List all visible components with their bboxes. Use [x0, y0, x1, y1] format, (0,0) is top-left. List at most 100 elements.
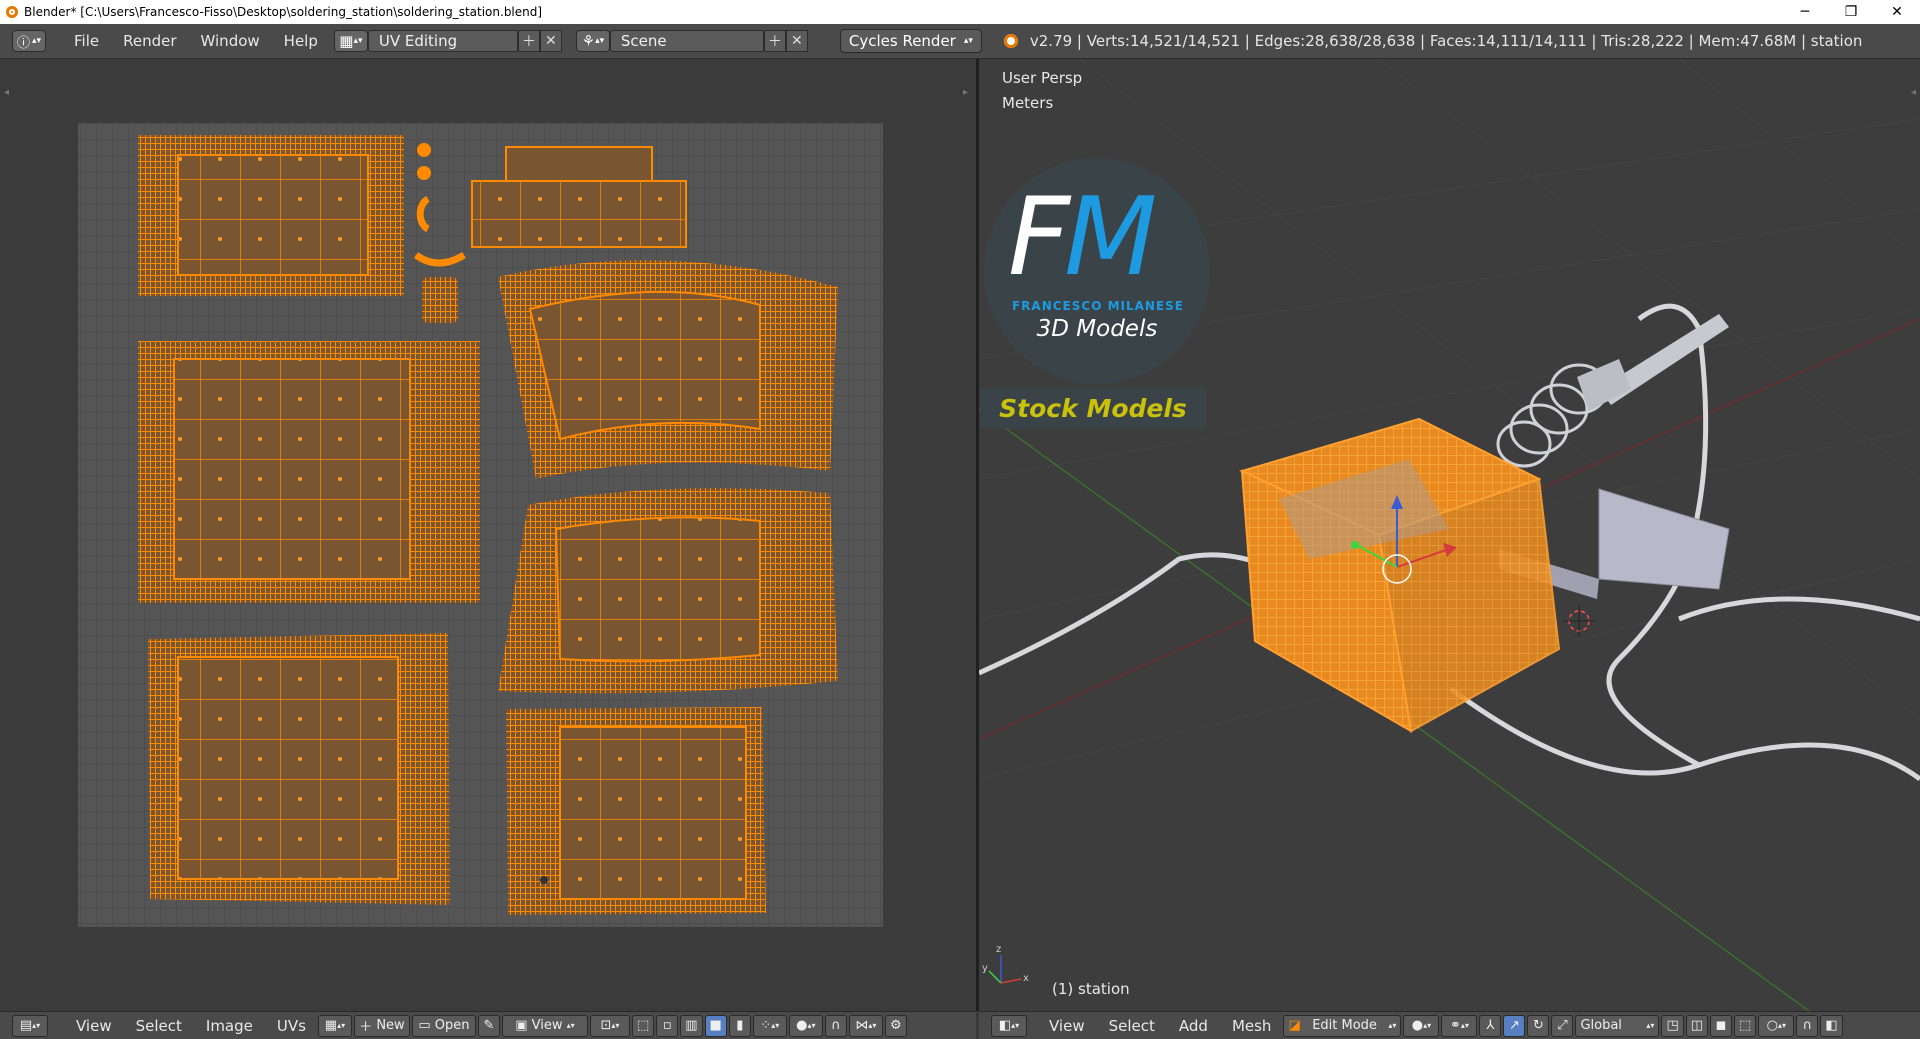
- 3d-menu-view[interactable]: View: [1037, 1017, 1097, 1035]
- open-image-button[interactable]: ▭ Open: [411, 1014, 476, 1037]
- uv-editor-type-button[interactable]: ▤ ▴▾: [12, 1014, 48, 1037]
- minimize-button[interactable]: ─: [1782, 0, 1828, 24]
- uv-menu-view[interactable]: View: [64, 1017, 124, 1035]
- edge-select-icon: ▥: [685, 1018, 698, 1033]
- window-titlebar: Blender* [C:\Users\Francesco-Fisso\Deskt…: [0, 0, 1920, 24]
- menu-file[interactable]: File: [62, 32, 111, 50]
- view-mode-dropdown[interactable]: ▣ View ▴▾: [501, 1014, 588, 1037]
- pivot-point-dropdown[interactable]: ⚭ ▴▾: [1441, 1014, 1478, 1037]
- power-cable: [979, 552, 1260, 676]
- pin-icon-button[interactable]: ✎: [477, 1014, 500, 1037]
- add-scene-button[interactable]: ＋: [763, 30, 786, 52]
- face-select-mode-button[interactable]: ◼: [1710, 1014, 1733, 1037]
- uv-menu-uvs[interactable]: UVs: [265, 1017, 318, 1035]
- svg-text:▸: ▸: [963, 87, 968, 98]
- uv-editor-canvas[interactable]: ◂ ▸: [0, 59, 976, 1011]
- snap-target-button[interactable]: ◧: [1820, 1014, 1843, 1037]
- scale-manipulator-button[interactable]: ⤢: [1551, 1014, 1574, 1037]
- snap-button[interactable]: ∩: [1796, 1014, 1819, 1037]
- uv-menu-image[interactable]: Image: [194, 1017, 265, 1035]
- new-image-button[interactable]: ＋ New: [353, 1014, 410, 1037]
- render-engine-dropdown[interactable]: Cycles Render ▴▾: [839, 29, 982, 53]
- sticky-select-button[interactable]: ⬚: [631, 1014, 655, 1037]
- proportional-editing-dropdown[interactable]: ○ ▴▾: [1758, 1014, 1795, 1037]
- cube-icon: ◧: [998, 1018, 1012, 1033]
- limit-selection-button[interactable]: ⬚: [1734, 1014, 1757, 1037]
- scene-browse-button[interactable]: ⚘ ▴▾: [575, 30, 610, 52]
- arrow-icon: ↗: [1508, 1018, 1520, 1033]
- info-editor-type-button[interactable]: ⓘ ▴▾: [12, 30, 46, 52]
- orientation-dropdown[interactable]: Global ▴▾: [1575, 1014, 1660, 1037]
- menu-window[interactable]: Window: [189, 32, 272, 50]
- 3d-menu-mesh[interactable]: Mesh: [1220, 1017, 1284, 1035]
- scene-statistics: v2.79 | Verts:14,521/14,521 | Edges:28,6…: [1029, 32, 1863, 50]
- menu-help[interactable]: Help: [272, 32, 330, 50]
- uv-image-editor[interactable]: ◂ ▸: [0, 59, 976, 1011]
- uv-island[interactable]: [148, 633, 450, 905]
- sphere-icon: ●: [1411, 1018, 1424, 1033]
- select-vertex-button[interactable]: ▫: [656, 1014, 679, 1037]
- 3d-menu-add[interactable]: Add: [1167, 1017, 1220, 1035]
- island-select-icon: ▮: [736, 1018, 744, 1033]
- render-engine-label: Cycles Render: [848, 32, 956, 50]
- 3d-menu-select[interactable]: Select: [1097, 1017, 1167, 1035]
- cursor-icon: ⬚: [636, 1018, 650, 1033]
- pin-icon: ✎: [483, 1018, 495, 1033]
- scene-field[interactable]: Scene: [609, 30, 764, 52]
- edge-mode-icon: ◫: [1690, 1018, 1704, 1033]
- uv-island-curved[interactable]: [498, 260, 838, 479]
- manipulator-icon: ⅄: [1486, 1018, 1495, 1033]
- soldering-iron: [1496, 314, 1729, 468]
- gear-icon: ⚙: [890, 1018, 902, 1033]
- window-title: Blender* [C:\Users\Francesco-Fisso\Deskt…: [24, 5, 543, 19]
- uv-island[interactable]: [138, 135, 404, 296]
- image-browse-button[interactable]: ▦ ▴▾: [317, 1014, 352, 1037]
- 3d-viewport[interactable]: z x y ◂ User Persp Meters FM FRANCESCO M…: [979, 59, 1920, 1011]
- manipulator-toggle[interactable]: ⅄: [1479, 1014, 1502, 1037]
- proportional-icon: ●: [796, 1018, 808, 1033]
- close-button[interactable]: ✕: [1874, 0, 1920, 24]
- face-mode-icon: ◼: [1715, 1018, 1727, 1033]
- svg-text:◂: ◂: [4, 87, 9, 98]
- iron-cable: [1449, 686, 1920, 782]
- image-icon: ▦: [324, 1018, 338, 1033]
- uv-menu-select[interactable]: Select: [124, 1017, 194, 1035]
- select-face-button[interactable]: ■: [704, 1014, 727, 1037]
- rotate-manipulator-button[interactable]: ↻: [1527, 1014, 1550, 1037]
- 3d-editor-type-button[interactable]: ◧ ▴▾: [991, 1014, 1027, 1037]
- view-icon: ▣: [515, 1018, 528, 1033]
- rotate-icon: ↻: [1532, 1018, 1544, 1033]
- svg-text:z: z: [996, 944, 1001, 955]
- edge-select-mode-button[interactable]: ◫: [1685, 1014, 1709, 1037]
- select-island-button[interactable]: ▮: [728, 1014, 751, 1037]
- mode-dropdown[interactable]: ◪ Edit Mode ▴▾: [1283, 1014, 1402, 1037]
- delete-screen-button[interactable]: ✕: [539, 30, 562, 52]
- restore-button[interactable]: ❐: [1828, 0, 1874, 24]
- uv-island[interactable]: [138, 341, 480, 603]
- uv-island[interactable]: [506, 707, 766, 915]
- sticky-mode-dropdown[interactable]: ⁘ ▴▾: [752, 1014, 787, 1037]
- svg-text:x: x: [1023, 973, 1029, 984]
- station-mesh-selected[interactable]: [1239, 417, 1561, 733]
- select-edge-button[interactable]: ▥: [680, 1014, 703, 1037]
- stock-models-banner: Stock Models: [980, 387, 1206, 429]
- proportional-edit-dropdown[interactable]: ● ▴▾: [788, 1014, 823, 1037]
- shading-dropdown[interactable]: ● ▴▾: [1403, 1014, 1440, 1037]
- menu-render[interactable]: Render: [111, 32, 188, 50]
- uv-island-curved[interactable]: [498, 488, 838, 694]
- banner-text: Stock Models: [999, 393, 1187, 423]
- uv-settings-button[interactable]: ⚙: [884, 1014, 907, 1037]
- screen-layout-browse-button[interactable]: ▦ ▴▾: [333, 30, 368, 52]
- 3d-cursor: [1563, 605, 1595, 637]
- screen-layout-field[interactable]: UV Editing: [367, 30, 518, 52]
- pivot-dropdown[interactable]: ⊡ ▴▾: [589, 1014, 630, 1037]
- snap-element-dropdown[interactable]: ⋈ ▴▾: [848, 1014, 883, 1037]
- snap-toggle[interactable]: ∩: [824, 1014, 847, 1037]
- pivot-icon: ⊡: [600, 1018, 612, 1033]
- vertex-select-mode-button[interactable]: ◳: [1661, 1014, 1684, 1037]
- add-screen-button[interactable]: ＋: [517, 30, 540, 52]
- translate-manipulator-button[interactable]: ↗: [1503, 1014, 1526, 1037]
- delete-scene-button[interactable]: ✕: [785, 30, 808, 52]
- info-header: ⓘ ▴▾ File Render Window Help ▦ ▴▾ UV Editi…: [0, 24, 1920, 59]
- x-icon: ✕: [545, 33, 557, 49]
